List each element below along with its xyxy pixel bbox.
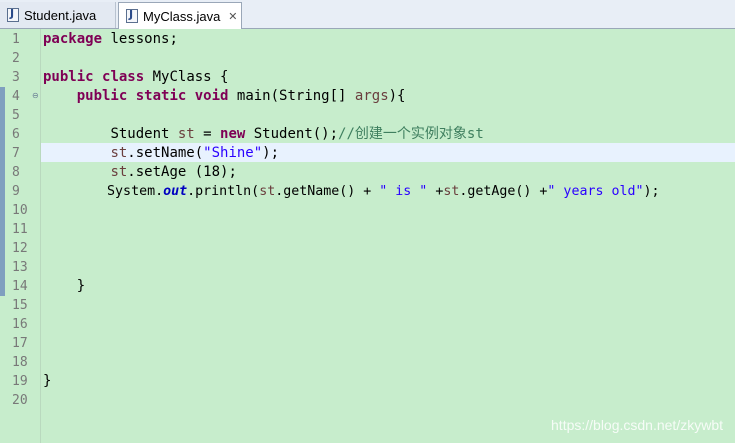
line-number: 12	[12, 241, 28, 256]
code-editor[interactable]: 1 package lessons; 2 3 public class MyCl…	[0, 29, 735, 443]
code-text[interactable]: System.out.println(st.getName() + " is "…	[43, 182, 659, 201]
code-text[interactable]: package lessons;	[43, 30, 178, 49]
code-text[interactable]: }	[43, 277, 85, 296]
code-line-20: 20	[0, 391, 735, 410]
code-line-8: 8 st.setAge (18);	[0, 163, 735, 182]
code-line-13: 13	[0, 258, 735, 277]
line-number: 18	[12, 355, 28, 370]
code-line-14: 14 }	[0, 277, 735, 296]
line-number: 2	[12, 51, 20, 66]
line-number: 15	[12, 298, 28, 313]
tab-myclass-java[interactable]: MyClass.java ✕	[118, 2, 242, 29]
code-line-18: 18	[0, 353, 735, 372]
code-line-11: 11	[0, 220, 735, 239]
line-number: 10	[12, 203, 28, 218]
line-number: 17	[12, 336, 28, 351]
code-line-7: 7 st.setName("Shine");	[0, 144, 735, 163]
code-text[interactable]: public static void main(String[] args){	[43, 87, 406, 106]
code-line-17: 17	[0, 334, 735, 353]
code-line-16: 16	[0, 315, 735, 334]
code-line-12: 12	[0, 239, 735, 258]
code-line-1: 1 package lessons;	[0, 30, 735, 49]
close-tab-icon[interactable]: ✕	[228, 10, 237, 23]
code-text[interactable]: Student st = new Student();//创建一个实例对象st	[43, 125, 484, 144]
line-number: 4	[12, 89, 20, 104]
code-comment: //创建一个实例对象st	[338, 126, 484, 142]
line-number: 11	[12, 222, 28, 237]
code-text[interactable]: public class MyClass {	[43, 68, 228, 87]
line-number: 19	[12, 374, 28, 389]
code-line-10: 10	[0, 201, 735, 220]
editor-tab-bar: Student.java MyClass.java ✕	[0, 0, 735, 29]
fold-toggle-icon[interactable]: ⊖	[32, 92, 39, 100]
line-number: 9	[12, 184, 20, 199]
line-number: 1	[12, 32, 20, 47]
line-number: 14	[12, 279, 28, 294]
line-number: 8	[12, 165, 20, 180]
code-text[interactable]: st.setAge (18);	[43, 163, 236, 182]
watermark: https://blog.csdn.net/zkywbt	[551, 417, 723, 433]
tab-student-java[interactable]: Student.java	[0, 2, 116, 28]
tab-label: MyClass.java	[143, 8, 221, 24]
code-line-2: 2	[0, 49, 735, 68]
java-file-icon	[126, 8, 138, 23]
code-line-6: 6 Student st = new Student();//创建一个实例对象s…	[0, 125, 735, 144]
code-line-3: 3 public class MyClass {	[0, 68, 735, 87]
code-line-5: 5	[0, 106, 735, 125]
line-number: 13	[12, 260, 28, 275]
line-number: 5	[12, 108, 20, 123]
code-text[interactable]: }	[43, 372, 51, 391]
tab-label: Student.java	[24, 7, 97, 23]
line-number: 16	[12, 317, 28, 332]
line-number: 7	[12, 146, 20, 161]
java-file-icon	[7, 7, 19, 22]
line-number: 20	[12, 393, 28, 408]
line-number: 3	[12, 70, 20, 85]
code-line-15: 15	[0, 296, 735, 315]
code-text[interactable]: st.setName("Shine");	[43, 144, 279, 163]
code-line-4: 4 ⊖ public static void main(String[] arg…	[0, 87, 735, 106]
code-line-9: 9 System.out.println(st.getName() + " is…	[0, 182, 735, 201]
line-number: 6	[12, 127, 20, 142]
code-line-19: 19 }	[0, 372, 735, 391]
